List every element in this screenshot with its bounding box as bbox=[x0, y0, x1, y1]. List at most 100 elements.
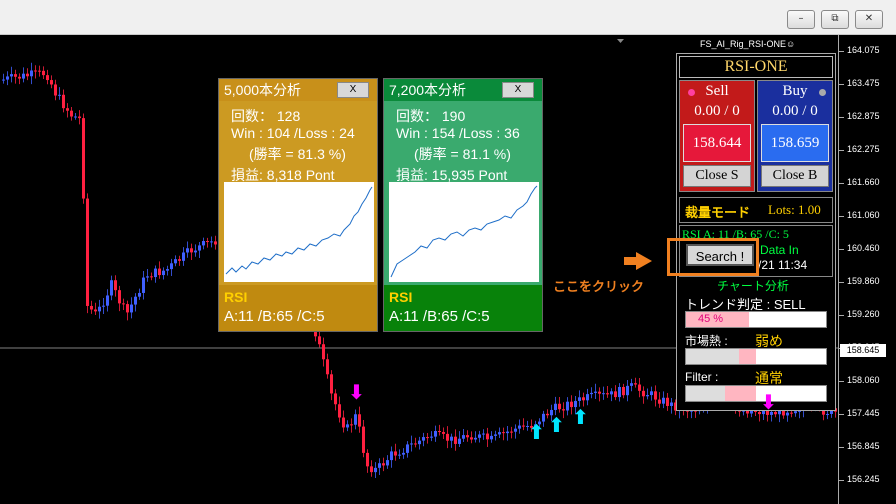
candle-body bbox=[458, 438, 461, 444]
candle-body bbox=[670, 402, 673, 406]
candle-body bbox=[426, 437, 429, 439]
candle-body bbox=[46, 75, 49, 81]
candle-body bbox=[126, 304, 129, 313]
filter-bar bbox=[685, 385, 827, 402]
candle-body bbox=[498, 432, 501, 435]
sell-signal-arrow-icon: ⬇ bbox=[760, 390, 777, 414]
sell-box: Sell 0.00 / 0 158.644 Close S bbox=[679, 80, 755, 192]
buy-label: Buy bbox=[782, 83, 808, 99]
candle-body bbox=[474, 437, 477, 440]
candle-body bbox=[398, 454, 401, 456]
candle-body bbox=[194, 250, 197, 253]
candle-body bbox=[794, 411, 797, 414]
candle-body bbox=[350, 424, 353, 426]
candle-body bbox=[74, 116, 77, 118]
candle-body bbox=[554, 403, 557, 410]
buy-count: 0.00 / 0 bbox=[772, 103, 818, 119]
candle-body bbox=[82, 118, 85, 199]
price-tick: 161.660 bbox=[839, 177, 880, 187]
candle-body bbox=[42, 70, 45, 76]
close-buy-button[interactable]: Close B bbox=[761, 165, 829, 187]
chart-analysis-label: チャート分析 bbox=[717, 279, 789, 293]
candle-body bbox=[58, 94, 61, 96]
candle-body bbox=[442, 432, 445, 434]
candle-body bbox=[94, 309, 97, 312]
candle-body bbox=[790, 412, 793, 414]
candle-body bbox=[518, 425, 521, 429]
candle-body bbox=[150, 276, 153, 278]
price-tick: 160.460 bbox=[839, 243, 880, 253]
candle-body bbox=[26, 73, 29, 77]
pointer-arrow-tail bbox=[624, 257, 638, 265]
heat-bar bbox=[685, 348, 827, 365]
candle-body bbox=[494, 434, 497, 436]
candle-body bbox=[198, 245, 201, 251]
candle-body bbox=[202, 241, 205, 246]
current-price-tag: 158.645 bbox=[840, 344, 886, 357]
win-loss: Win : 154 /Loss : 36 bbox=[396, 125, 520, 141]
data-timestamp: /21 11:34 bbox=[758, 258, 808, 272]
rsi-title: RSI bbox=[224, 289, 248, 305]
candle-body bbox=[658, 399, 661, 404]
equity-curve-chart bbox=[389, 182, 539, 282]
candle-body bbox=[466, 435, 469, 438]
candle-body bbox=[558, 403, 561, 410]
candle-body bbox=[562, 409, 565, 411]
candle-body bbox=[594, 391, 597, 393]
candle-body bbox=[590, 392, 593, 395]
candle-body bbox=[106, 295, 109, 306]
trade-count: 回数： 128 bbox=[231, 108, 301, 124]
candle-body bbox=[214, 241, 217, 245]
rsi-values: A:11 /B:65 /C:5 bbox=[224, 308, 325, 325]
candle-body bbox=[446, 433, 449, 441]
candle-body bbox=[642, 390, 645, 397]
card-close-button[interactable]: X bbox=[502, 82, 534, 98]
candle-body bbox=[114, 280, 117, 291]
candle-body bbox=[54, 84, 57, 96]
candle-body bbox=[130, 304, 133, 313]
candle-body bbox=[438, 431, 441, 433]
candle-body bbox=[402, 452, 405, 455]
candle-body bbox=[2, 79, 5, 81]
candle-body bbox=[166, 269, 169, 271]
filter-label: Filter : bbox=[685, 370, 719, 384]
buy-button[interactable]: 158.659 bbox=[761, 124, 829, 162]
rsi-values: A:11 /B:65 /C:5 bbox=[389, 308, 490, 325]
buy-signal-arrow-icon: ⬆ bbox=[548, 413, 565, 437]
candle-body bbox=[362, 426, 365, 453]
candle-body bbox=[178, 259, 181, 261]
win-rate: (勝率 = 81.3 %) bbox=[249, 146, 346, 162]
card-close-button[interactable]: X bbox=[337, 82, 369, 98]
rsi-one-panel: RSI-ONE Sell 0.00 / 0 158.644 Close S Bu… bbox=[676, 53, 836, 411]
candle-body bbox=[186, 248, 189, 253]
candle-body bbox=[434, 431, 437, 437]
candle-body bbox=[646, 395, 649, 397]
panel-title: RSI-ONE bbox=[679, 56, 833, 78]
candle-body bbox=[190, 248, 193, 253]
candle-body bbox=[614, 391, 617, 398]
candle-body bbox=[470, 437, 473, 440]
restore-icon[interactable]: ⧉ bbox=[821, 10, 849, 29]
pointer-arrow-icon bbox=[636, 252, 652, 270]
sell-button[interactable]: 158.644 bbox=[683, 124, 751, 162]
sell-signal-arrow-icon: ⬇ bbox=[348, 380, 365, 404]
close-icon[interactable]: ✕ bbox=[855, 10, 883, 29]
candle-body bbox=[18, 76, 21, 79]
lots-value[interactable]: Lots: 1.00 bbox=[768, 202, 821, 218]
candle-body bbox=[454, 436, 457, 444]
price-tick: 156.245 bbox=[839, 474, 880, 484]
candle-body bbox=[786, 412, 789, 416]
minimize-icon[interactable]: – bbox=[787, 10, 815, 29]
candle-body bbox=[394, 451, 397, 456]
candle-body bbox=[378, 463, 381, 468]
lot-mode[interactable]: 裁量モード bbox=[685, 202, 750, 221]
candle-body bbox=[478, 434, 481, 438]
win-loss: Win : 104 /Loss : 24 bbox=[231, 125, 355, 141]
candle-body bbox=[322, 344, 325, 360]
candle-body bbox=[486, 433, 489, 440]
close-sell-button[interactable]: Close S bbox=[683, 165, 751, 187]
candle-body bbox=[654, 391, 657, 400]
analysis-card-7200: 7,200本分析 X 回数： 190 Win : 154 /Loss : 36 … bbox=[383, 78, 543, 332]
heat-bar-pink bbox=[739, 349, 756, 364]
candle-body bbox=[338, 404, 341, 418]
